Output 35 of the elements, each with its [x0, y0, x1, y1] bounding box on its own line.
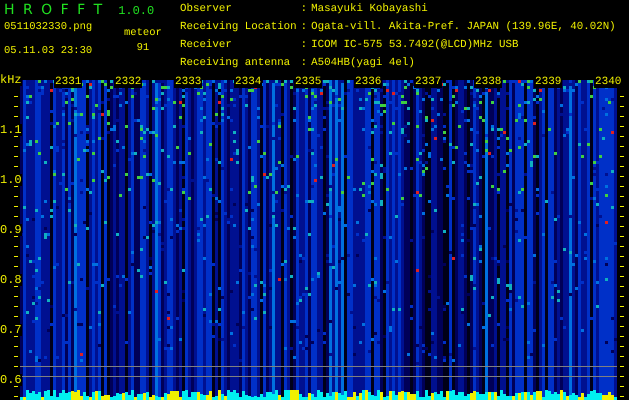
time-label: 2333	[174, 77, 202, 88]
time-label: 2332	[114, 77, 142, 88]
file-name: 0511032330.png	[4, 21, 94, 33]
y-axis-label: 1.1	[0, 124, 22, 136]
y-axis-label: 0.8	[0, 274, 22, 286]
y-axis-label: 0.9	[0, 224, 22, 236]
time-label: 2331	[54, 77, 82, 88]
time-label: 2336	[354, 77, 382, 88]
field-value: Ogata-vill. Akita-Pref. JAPAN (139.96E, 40.02N)	[311, 22, 616, 35]
field-label: Receiver	[180, 40, 233, 53]
field-label: Receiving Location	[180, 22, 297, 35]
separator-colon: :	[300, 22, 308, 35]
field-label: Observer	[180, 4, 233, 17]
meteor-label: meteor	[124, 27, 162, 39]
field-value: ICOM IC-575 53.7492(@LCD)MHz USB	[311, 40, 520, 53]
field-label: Receiving antenna	[180, 58, 292, 71]
time-label: 2339	[534, 77, 562, 88]
y-axis-label: 0.7	[0, 324, 22, 336]
app-title: H R O F F T	[4, 4, 102, 16]
meteor-count: 91	[136, 42, 150, 54]
separator-colon: :	[300, 4, 308, 17]
separator-colon: :	[300, 40, 308, 53]
y-axis-label: 1.0	[0, 174, 22, 186]
time-label: 2337	[414, 77, 442, 88]
separator-colon: :	[300, 58, 308, 71]
time-label: 2335	[294, 77, 322, 88]
y-axis-label: 0.6	[0, 374, 22, 386]
time-label: 2340	[594, 77, 622, 88]
date-time: 05.11.03 23:30	[4, 45, 94, 57]
field-value: A504HB(yagi 4el)	[311, 58, 416, 71]
axis-unit: kHz	[0, 74, 22, 86]
time-label: 2334	[234, 77, 262, 88]
version-label: 1.0.0	[118, 5, 154, 17]
time-label: 2338	[474, 77, 502, 88]
field-value: Masayuki Kobayashi	[311, 4, 429, 17]
